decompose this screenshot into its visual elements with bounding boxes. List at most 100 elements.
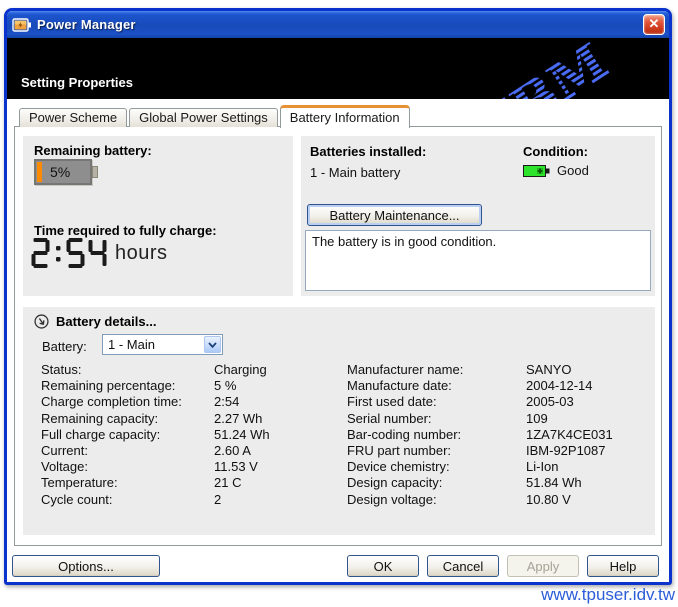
detail-label: Manufacturer name:: [347, 362, 526, 378]
details-grid-right: Manufacturer name:SANYOManufacture date:…: [347, 362, 647, 508]
detail-label: Remaining capacity:: [41, 411, 214, 427]
charge-time-display: hours: [31, 238, 168, 269]
tab-strip: Power Scheme Global Power Settings Batte…: [19, 105, 412, 127]
condition-value: Good: [557, 163, 589, 178]
close-icon[interactable]: ✕: [643, 14, 665, 35]
battery-level-graphic: 5%: [34, 159, 92, 185]
detail-value: 2005-03: [526, 394, 574, 410]
detail-label: Design capacity:: [347, 475, 526, 491]
detail-label: First used date:: [347, 394, 526, 410]
detail-value: 11.53 V: [214, 459, 258, 475]
battery-details-panel: Battery details... Battery: 1 - Main Sta…: [23, 307, 655, 535]
detail-row: Manufacture date:2004-12-14: [347, 378, 647, 394]
lcd-digit: [88, 238, 107, 269]
detail-row: Manufacturer name:SANYO: [347, 362, 647, 378]
detail-row: Status:Charging: [41, 362, 331, 378]
battery-status-panel: Batteries installed: 1 - Main battery Co…: [301, 136, 655, 296]
help-button[interactable]: Help: [587, 555, 659, 577]
dialog-content: Power Scheme Global Power Settings Batte…: [7, 99, 669, 582]
detail-label: Temperature:: [41, 475, 214, 491]
tab-global-power-settings[interactable]: Global Power Settings: [129, 108, 278, 127]
detail-row: Voltage:11.53 V: [41, 459, 331, 475]
lcd-digits: [31, 238, 110, 269]
detail-value: SANYO: [526, 362, 572, 378]
detail-row: Temperature:21 C: [41, 475, 331, 491]
lcd-digit: [31, 238, 50, 269]
tab-battery-information[interactable]: Battery Information: [280, 105, 410, 128]
detail-value: IBM-92P1087: [526, 443, 606, 459]
detail-label: Bar-coding number:: [347, 427, 526, 443]
condition-label: Condition:: [523, 144, 588, 159]
detail-label: Remaining percentage:: [41, 378, 214, 394]
detail-row: Design capacity:51.84 Wh: [347, 475, 647, 491]
battery-maintenance-button[interactable]: Battery Maintenance...: [307, 204, 482, 226]
detail-value: 109: [526, 411, 548, 427]
charge-time-unit: hours: [115, 242, 168, 265]
detail-label: FRU part number:: [347, 443, 526, 459]
battery-good-icon: [523, 164, 550, 178]
chevron-down-icon[interactable]: [204, 336, 221, 353]
battery-information-page: Remaining battery: 5% Time required to f…: [14, 126, 662, 546]
watermark-text: www.tpuser.idv.tw: [541, 585, 675, 605]
detail-row: FRU part number:IBM-92P1087: [347, 443, 647, 459]
detail-value: Charging: [214, 362, 267, 378]
detail-value: 2:54: [214, 394, 239, 410]
battery-app-icon: [12, 17, 32, 33]
detail-value: 2: [214, 492, 221, 508]
detail-row: First used date:2005-03: [347, 394, 647, 410]
detail-row: Remaining capacity:2.27 Wh: [41, 411, 331, 427]
detail-value: 2004-12-14: [526, 378, 593, 394]
detail-value: 51.84 Wh: [526, 475, 582, 491]
detail-label: Charge completion time:: [41, 394, 214, 410]
detail-label: Device chemistry:: [347, 459, 526, 475]
header-banner: IBM Setting Properties: [7, 38, 669, 99]
detail-value: 51.24 Wh: [214, 427, 270, 443]
detail-value: 21 C: [214, 475, 241, 491]
window-title: Power Manager: [37, 17, 136, 32]
detail-label: Status:: [41, 362, 214, 378]
detail-label: Manufacture date:: [347, 378, 526, 394]
detail-row: Bar-coding number:1ZA7K4CE031: [347, 427, 647, 443]
battery-select-label: Battery:: [42, 339, 87, 354]
lcd-digit: [53, 238, 63, 269]
condition-message-box: The battery is in good condition.: [305, 230, 651, 291]
detail-row: Remaining percentage:5 %: [41, 378, 331, 394]
cancel-button[interactable]: Cancel: [427, 555, 499, 577]
battery-select-combobox[interactable]: 1 - Main: [102, 334, 223, 355]
condition-row: Good: [523, 163, 589, 178]
remaining-battery-label: Remaining battery:: [34, 143, 152, 158]
power-manager-window: Power Manager ✕ IBM Setting Properties P…: [4, 8, 672, 585]
collapse-arrow-icon[interactable]: [34, 314, 49, 329]
ibm-logo-text: IBM: [480, 38, 619, 99]
detail-row: Charge completion time:2:54: [41, 394, 331, 410]
detail-row: Design voltage:10.80 V: [347, 492, 647, 508]
detail-label: Cycle count:: [41, 492, 214, 508]
detail-label: Design voltage:: [347, 492, 526, 508]
ok-button[interactable]: OK: [347, 555, 419, 577]
detail-row: Full charge capacity:51.24 Wh: [41, 427, 331, 443]
battery-details-header: Battery details...: [34, 314, 156, 329]
battery-details-title: Battery details...: [56, 314, 156, 329]
detail-value: 5 %: [214, 378, 236, 394]
remaining-battery-panel: Remaining battery: 5% Time required to f…: [23, 136, 293, 296]
detail-label: Full charge capacity:: [41, 427, 214, 443]
detail-label: Current:: [41, 443, 214, 459]
details-grid-left: Status:ChargingRemaining percentage:5 %C…: [41, 362, 331, 508]
detail-row: Current:2.60 A: [41, 443, 331, 459]
lcd-digit: [66, 238, 85, 269]
battery-selected-value: 1 - Main: [108, 337, 155, 352]
detail-row: Device chemistry:Li-Ion: [347, 459, 647, 475]
battery-level-fill: [37, 162, 42, 182]
options-button[interactable]: Options...: [12, 555, 160, 577]
detail-value: 10.80 V: [526, 492, 571, 508]
apply-button: Apply: [507, 555, 579, 577]
detail-row: Cycle count:2: [41, 492, 331, 508]
detail-value: 2.27 Wh: [214, 411, 262, 427]
tab-power-scheme[interactable]: Power Scheme: [19, 108, 127, 127]
page-title: Setting Properties: [21, 75, 133, 90]
ibm-logo: IBM: [478, 38, 648, 99]
batteries-installed-value: 1 - Main battery: [310, 165, 400, 180]
battery-terminal: [92, 166, 98, 178]
title-bar: Power Manager ✕: [7, 11, 669, 38]
detail-row: Serial number:109: [347, 411, 647, 427]
